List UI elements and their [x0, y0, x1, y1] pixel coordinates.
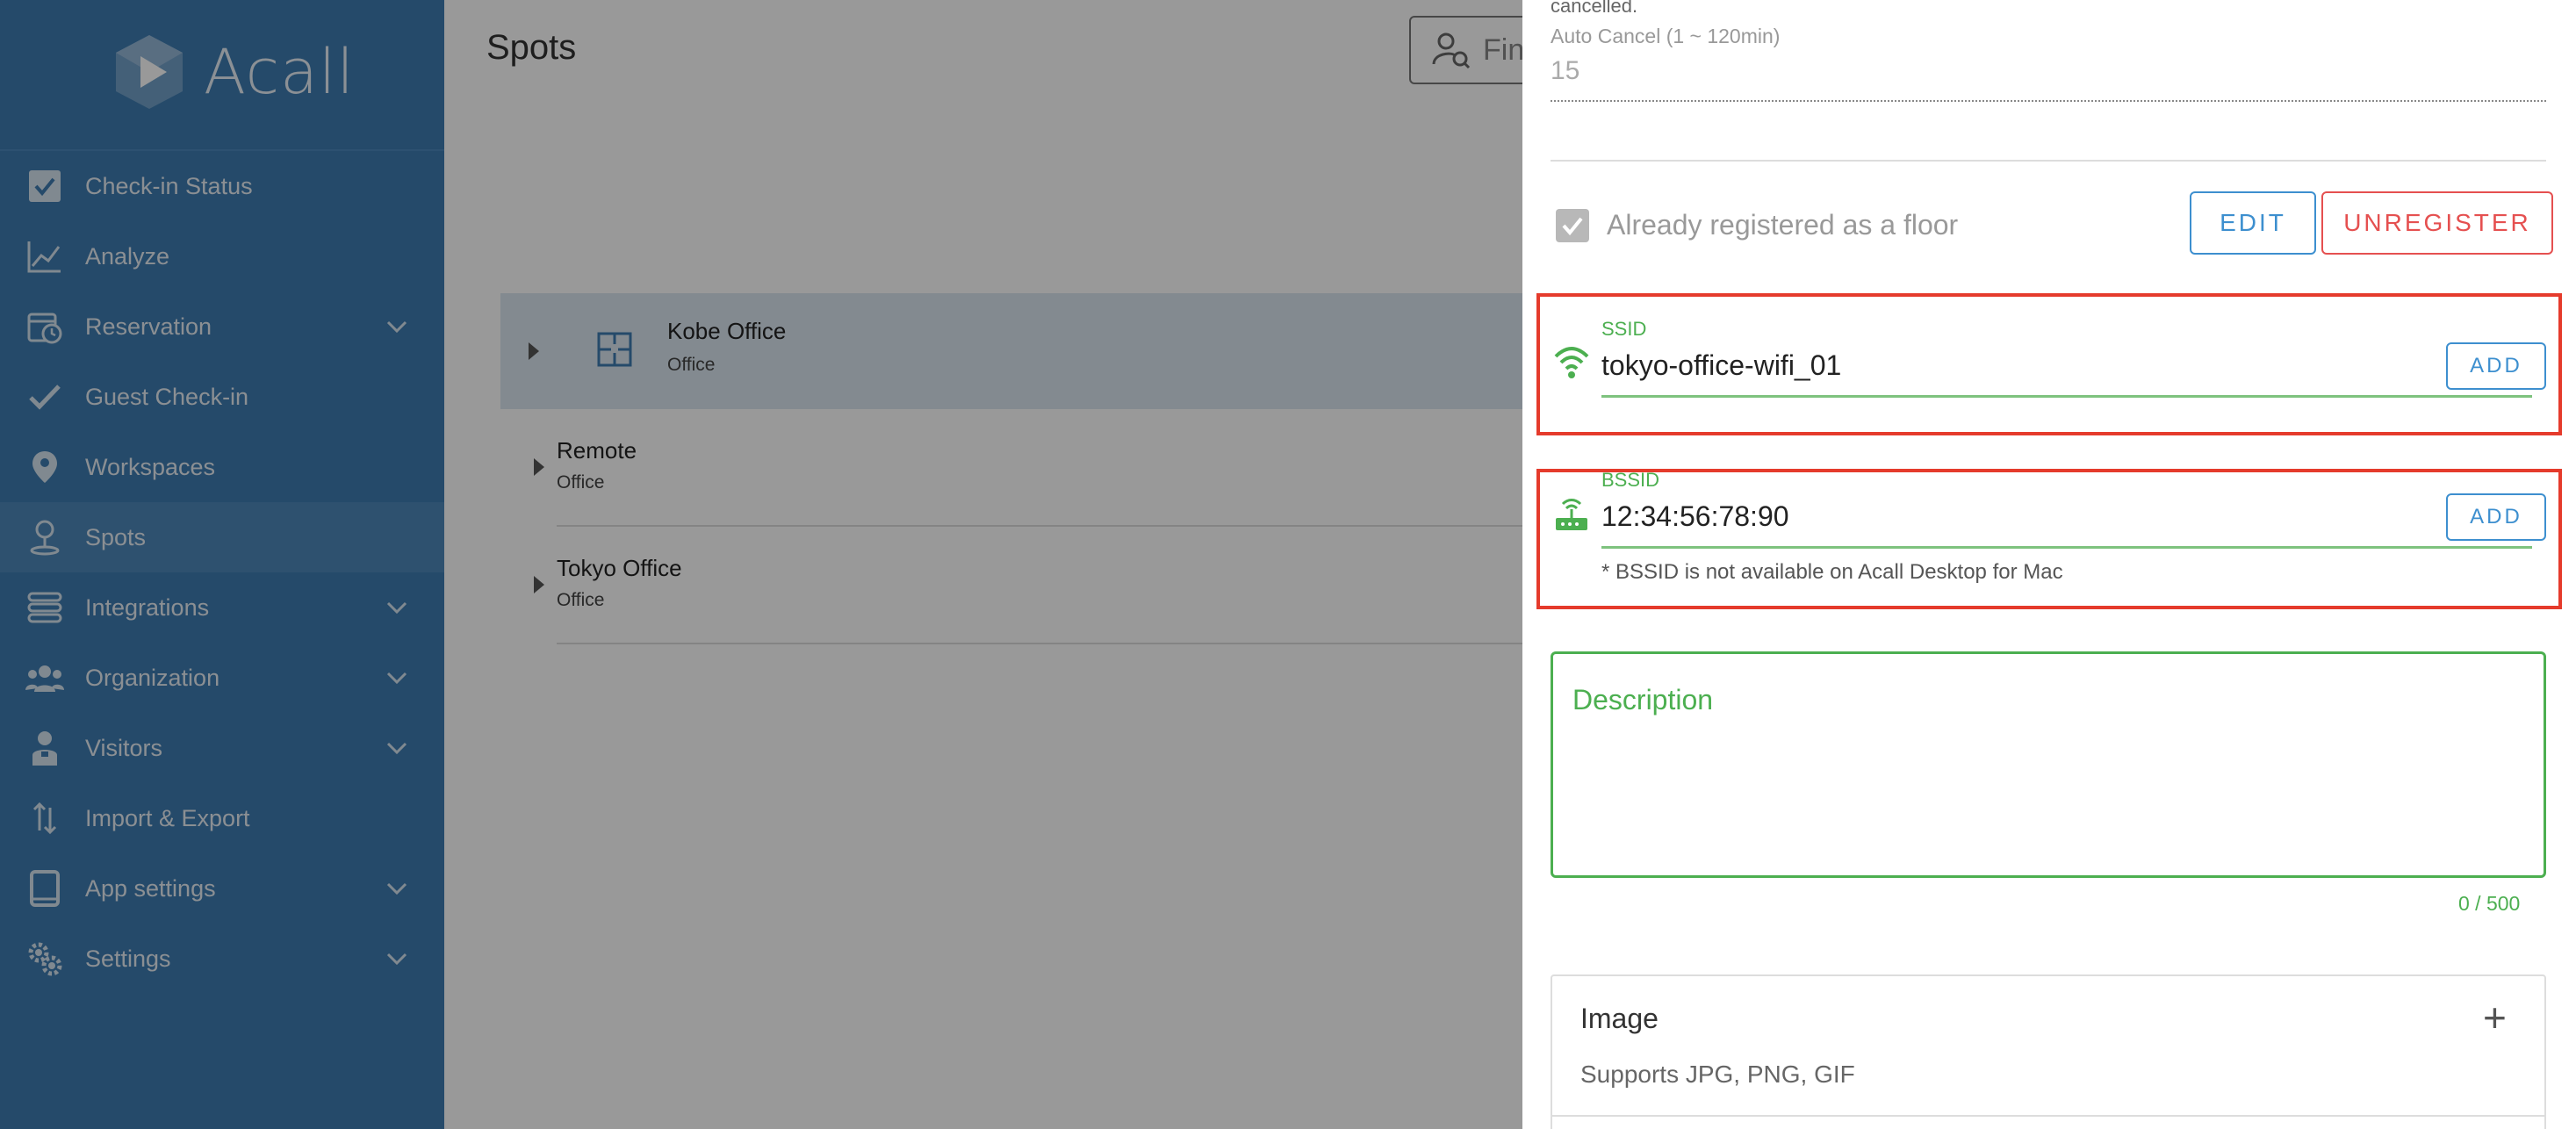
add-image-icon[interactable]: +	[2483, 997, 2507, 1038]
bssid-highlight-box	[1536, 469, 2562, 609]
image-subtitle: Supports JPG, PNG, GIF	[1580, 1061, 1855, 1088]
bssid-underline	[1601, 546, 2532, 549]
ssid-input[interactable]: tokyo-office-wifi_01	[1601, 349, 1841, 382]
description-label: Description	[1572, 684, 1714, 716]
wifi-icon	[1552, 342, 1591, 385]
cancel-note: cancelled.	[1551, 0, 1638, 17]
bssid-label: BSSID	[1601, 469, 1660, 491]
ssid-label: SSID	[1601, 318, 1647, 340]
divider	[1551, 160, 2546, 162]
registered-checkbox[interactable]	[1556, 209, 1589, 242]
ssid-underline	[1601, 395, 2532, 398]
edit-button[interactable]: EDIT	[2190, 191, 2316, 255]
modal-backdrop[interactable]	[0, 0, 1522, 1129]
description-char-count: 0 / 500	[2458, 892, 2521, 915]
router-icon	[1552, 495, 1591, 538]
divider	[1552, 1115, 2544, 1117]
description-textarea[interactable]: Description	[1551, 651, 2546, 878]
auto-cancel-label: Auto Cancel (1 ~ 120min)	[1551, 25, 1781, 47]
auto-cancel-input[interactable]: 15	[1551, 56, 1579, 86]
bssid-note: * BSSID is not available on Acall Deskto…	[1601, 560, 2063, 584]
add-ssid-button[interactable]: ADD	[2446, 342, 2546, 390]
spot-detail-panel: cancelled. Auto Cancel (1 ~ 120min) 15 A…	[1522, 0, 2576, 1129]
registered-label: Already registered as a floor	[1607, 209, 1959, 241]
image-card: Image + Supports JPG, PNG, GIF	[1551, 974, 2546, 1129]
add-bssid-button[interactable]: ADD	[2446, 493, 2546, 541]
input-underline	[1551, 100, 2546, 102]
unregister-button[interactable]: UNREGISTER	[2321, 191, 2553, 255]
bssid-input[interactable]: 12:34:56:78:90	[1601, 500, 1789, 533]
image-title: Image	[1580, 1003, 1659, 1034]
